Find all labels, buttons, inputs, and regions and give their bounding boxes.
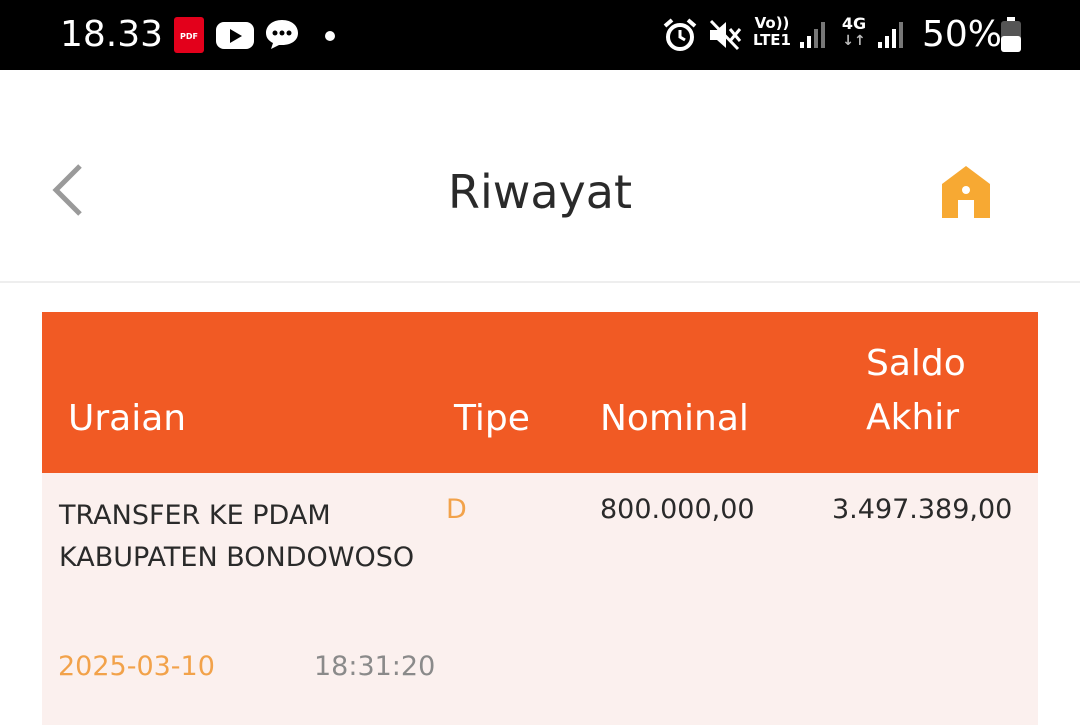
table-header: Uraian Tipe Nominal Saldo Akhir (42, 312, 1038, 473)
column-header-uraian: Uraian (68, 398, 187, 439)
4g-icon: 4G ↓↑ (838, 14, 870, 50)
column-header-nominal: Nominal (600, 398, 749, 439)
signal-icon (876, 20, 906, 50)
column-header-saldo-akhir: Saldo Akhir (866, 343, 966, 438)
battery-icon (1000, 17, 1022, 53)
column-header-tipe: Tipe (454, 398, 530, 439)
alarm-icon (662, 17, 698, 53)
table-row[interactable]: TRANSFER KE PDAM KABUPATEN BONDOWOSO D 8… (42, 473, 1038, 725)
pdf-icon: PDF (174, 17, 204, 53)
transaction-date: 2025-03-10 (58, 651, 215, 682)
status-bar: 18.33 PDF Vo)) LTE1 4G ↓↑ 50% (0, 0, 1080, 70)
history-table: Uraian Tipe Nominal Saldo Akhir TRANSFER… (42, 312, 1038, 725)
chat-icon (264, 18, 300, 50)
data-arrows-icon: ↓↑ (842, 33, 866, 49)
transaction-time: 18:31:20 (314, 651, 436, 682)
volte-icon: Vo)) LTE1 (753, 14, 791, 49)
youtube-icon (216, 22, 254, 49)
transaction-saldo-akhir: 3.497.389,00 (832, 494, 1013, 525)
mute-icon (708, 18, 744, 52)
app-header: Riwayat (0, 70, 1080, 283)
page-title: Riwayat (448, 165, 632, 219)
battery-percentage: 50% (922, 14, 1003, 55)
transaction-nominal: 800.000,00 (600, 494, 755, 525)
transaction-description: TRANSFER KE PDAM KABUPATEN BONDOWOSO (59, 500, 415, 573)
dot-icon (325, 31, 335, 41)
4g-label: 4G (841, 14, 867, 33)
signal-icon (798, 20, 828, 50)
status-time: 18.33 (60, 14, 164, 55)
home-button[interactable] (938, 162, 994, 222)
home-icon (942, 166, 990, 218)
pdf-icon-label: PDF (180, 32, 198, 41)
transaction-type: D (446, 494, 467, 525)
